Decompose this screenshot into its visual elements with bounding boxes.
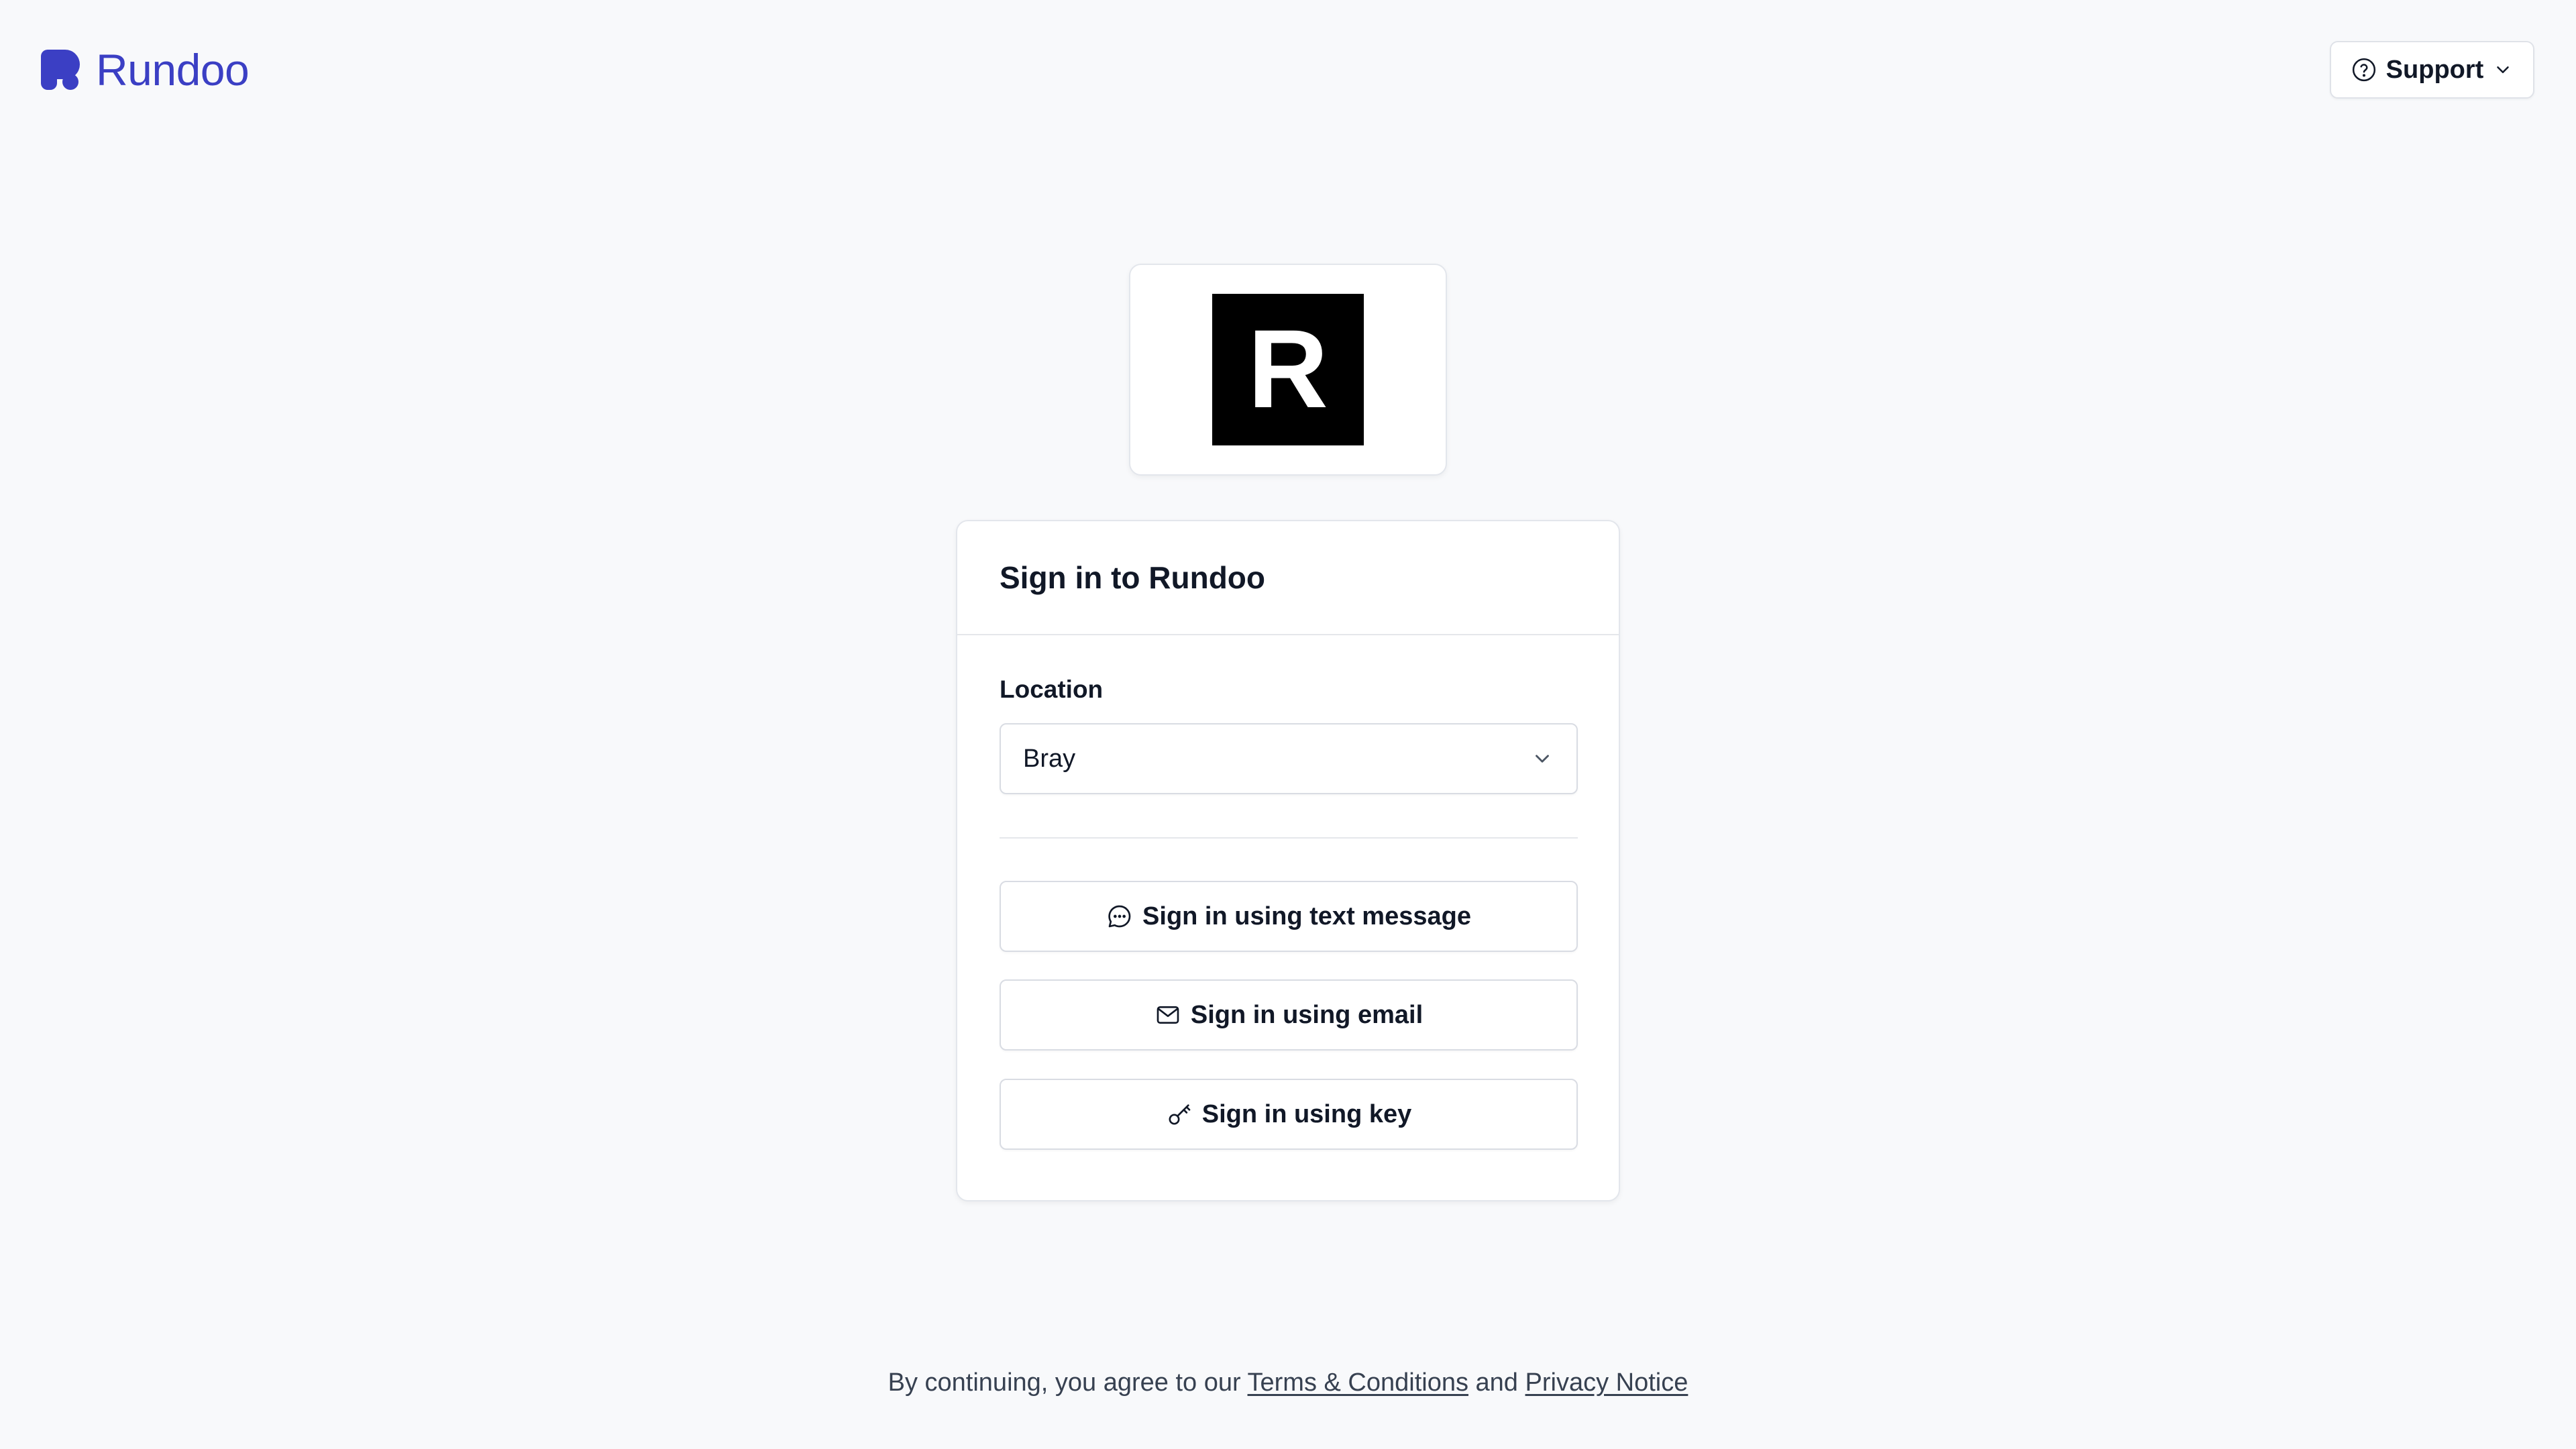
store-logo: R [1212,294,1364,445]
divider [1000,837,1578,839]
location-select[interactable]: Bray [1000,723,1578,794]
chevron-down-icon [1536,755,1549,763]
store-logo-letter: R [1248,307,1328,431]
terms-link[interactable]: Terms & Conditions [1248,1368,1468,1397]
signin-text-message-label: Sign in using text message [1142,902,1471,930]
privacy-link[interactable]: Privacy Notice [1525,1368,1688,1397]
signin-title: Sign in to Rundoo [1000,560,1266,595]
signin-email-label: Sign in using email [1190,1000,1424,1029]
support-label: Support [2385,55,2484,84]
rundoo-logo-icon [41,50,80,90]
signin-email-button[interactable]: Sign in using email [1000,979,1578,1051]
brand-logo-link[interactable]: Rundoo [41,44,250,95]
signin-key-label: Sign in using key [1201,1099,1412,1128]
mail-icon [1157,1006,1179,1024]
legal-footer: By continuing, you agree to our Terms & … [0,1368,2576,1397]
location-label: Location [1000,676,1104,703]
store-logo-card: R [1129,264,1447,476]
signin-text-message-button[interactable]: Sign in using text message [1000,881,1578,952]
footer-prefix-text: By continuing, you agree to our [888,1368,1248,1397]
message-circle-icon [1108,905,1131,928]
chevron-down-icon [2497,66,2510,73]
support-dropdown-button[interactable]: Support [2330,41,2534,99]
brand-name: Rundoo [96,45,250,95]
signin-key-button[interactable]: Sign in using key [1000,1079,1578,1150]
help-circle-icon [2352,58,2375,82]
location-selected-value: Bray [1023,744,1076,773]
signin-card-header: Sign in to Rundoo [957,521,1619,635]
footer-joiner-text: and [1468,1368,1525,1397]
signin-card: Sign in to Rundoo Location Bray Sign in … [956,520,1620,1201]
key-icon [1169,1104,1191,1125]
